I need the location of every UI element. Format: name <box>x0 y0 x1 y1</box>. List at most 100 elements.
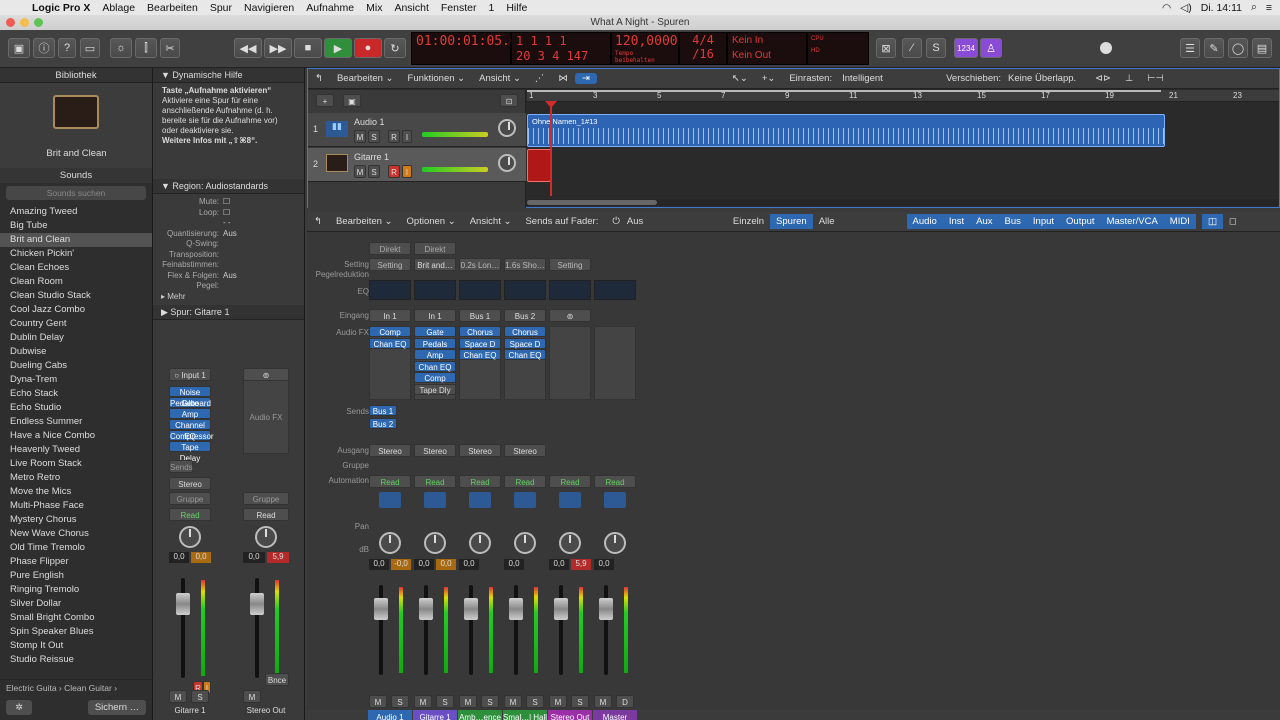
filter-output[interactable]: Output <box>1060 214 1101 229</box>
sound-item[interactable]: Echo Stack <box>0 387 152 401</box>
track-2-solo[interactable]: S <box>368 165 380 178</box>
count-in-button[interactable]: 1234 <box>954 38 978 58</box>
filter-aux[interactable]: Aux <box>970 214 999 229</box>
insp-fx-slot[interactable]: Compressor <box>169 430 214 441</box>
channel-output[interactable]: Stereo <box>504 444 546 457</box>
filter-input[interactable]: Input <box>1026 214 1061 229</box>
sound-item[interactable]: Multi-Phase Face <box>0 499 152 513</box>
lcd-time[interactable]: 01:00:01:05.09 <box>411 32 526 65</box>
channel-setting[interactable]: Setting <box>369 258 411 271</box>
track-1-pan-knob[interactable] <box>498 119 516 137</box>
lcd-signature[interactable]: 4/4 /16 <box>679 32 727 65</box>
sound-item[interactable]: Country Gent <box>0 317 152 331</box>
channel-mute-button[interactable]: M <box>459 695 477 708</box>
notification-icon[interactable]: ≡ <box>1266 2 1272 14</box>
minimize-window-icon[interactable] <box>20 18 29 27</box>
sound-item[interactable]: Old Time Tremolo <box>0 541 152 555</box>
sends-power-icon[interactable]: ⏻ <box>605 216 627 227</box>
help-icon[interactable]: ? <box>58 38 76 58</box>
channel-fx-slot[interactable]: Comp <box>369 326 411 337</box>
track-1-solo[interactable]: S <box>368 130 380 143</box>
channel-solo-button[interactable]: S <box>436 695 454 708</box>
channel-eq-display[interactable] <box>369 280 411 300</box>
menu-bearbeiten[interactable]: Bearbeiten <box>141 2 204 14</box>
sound-item[interactable]: Studio Reissue <box>0 653 152 667</box>
channel-automation[interactable]: Read <box>504 475 546 488</box>
track-1-name[interactable]: Audio 1 <box>354 117 385 127</box>
pointer-tool-icon[interactable]: ↖⌄ <box>725 73 755 84</box>
channel-mute-button[interactable]: M <box>504 695 522 708</box>
browser-icon[interactable]: ▤ <box>1252 38 1272 58</box>
channel-fx-slot[interactable]: Amp <box>414 349 456 360</box>
channel-solo-button[interactable]: S <box>571 695 589 708</box>
filter-master-vca[interactable]: Master/VCA <box>1100 214 1164 229</box>
insp-fx-slot[interactable]: Amp <box>169 408 211 419</box>
view-all[interactable]: Alle <box>813 214 841 229</box>
vertical-zoom-icon[interactable]: ⊥ <box>1118 73 1140 84</box>
channel-fx-slot[interactable]: Chan EQ <box>504 349 546 360</box>
channel-volume-value[interactable]: 0,0 <box>369 559 389 570</box>
channel-input[interactable]: Bus 1 <box>459 309 501 322</box>
channel-peak-value[interactable]: -0,0 <box>391 559 411 570</box>
channel-fader-cap[interactable] <box>374 598 388 620</box>
track-2-name[interactable]: Gitarre 1 <box>354 152 389 162</box>
zoom-window-icon[interactable] <box>34 18 43 27</box>
channel-fx-slot[interactable]: Comp <box>414 372 456 383</box>
library-icon[interactable]: ▣ <box>8 38 30 58</box>
insp-out-automation-slot[interactable]: Read <box>243 508 289 521</box>
sound-item[interactable]: Endless Summer <box>0 415 152 429</box>
forward-button[interactable]: ▶▶ <box>264 38 292 58</box>
channel-fader-cap[interactable] <box>554 598 568 620</box>
flex-value[interactable]: Aus <box>223 271 237 282</box>
sound-item[interactable]: Live Room Stack <box>0 457 152 471</box>
recording-region[interactable] <box>527 149 551 182</box>
lcd-inout[interactable]: Kein In Kein Out <box>727 32 807 65</box>
playhead-marker-icon[interactable] <box>545 101 557 108</box>
channel-output[interactable]: Stereo <box>459 444 501 457</box>
waveform-zoom-icon[interactable]: ⊲⊳ <box>1088 73 1118 84</box>
close-window-icon[interactable] <box>6 18 15 27</box>
sound-item[interactable]: Dubwise <box>0 345 152 359</box>
channel-direct[interactable]: Direkt <box>369 242 411 255</box>
sound-item[interactable]: Dublin Delay <box>0 331 152 345</box>
clock[interactable]: Di. 14:11 <box>1201 2 1242 14</box>
insp-fx-slot[interactable]: Tape Delay <box>169 441 211 463</box>
channel-pan-knob[interactable] <box>424 532 446 554</box>
wifi-icon[interactable]: ◠ <box>1162 2 1171 14</box>
help-header[interactable]: ▼ Dynamische Hilfe <box>153 68 304 83</box>
filter-bus[interactable]: Bus <box>998 214 1027 229</box>
tracks-menu-view[interactable]: Ansicht ⌄ <box>472 73 528 84</box>
channel-fx-slot[interactable]: Chan EQ <box>414 360 456 372</box>
channel-pan-knob[interactable] <box>469 532 491 554</box>
rewind-button[interactable]: ◀◀ <box>234 38 262 58</box>
sound-item[interactable]: Have a Nice Combo <box>0 429 152 443</box>
channel-setting[interactable]: Brit and… <box>414 258 456 271</box>
more-toggle[interactable]: ▸ Mehr <box>161 292 185 303</box>
path-subcategory[interactable]: › Clean Guitar › <box>59 683 117 693</box>
channel-solo-button[interactable]: S <box>481 695 499 708</box>
track-2-monitor[interactable]: I <box>402 165 412 178</box>
channel-pan-knob[interactable] <box>559 532 581 554</box>
insp-out-peak[interactable]: 5,9 <box>267 552 289 563</box>
insp-peak-value[interactable]: 0,0 <box>191 552 211 563</box>
sound-item[interactable]: Ringing Tremolo <box>0 583 152 597</box>
channel-input[interactable]: Bus 2 <box>504 309 546 322</box>
channel-setting[interactable]: 1.6s Sho… <box>504 258 546 271</box>
channel-output[interactable]: Stereo <box>414 444 456 457</box>
insp-sends-slot[interactable]: Sends <box>169 460 193 473</box>
channel-eq-display[interactable] <box>504 280 546 300</box>
channel-fader-cap[interactable] <box>419 598 433 620</box>
view-tracks[interactable]: Spuren <box>770 214 813 229</box>
list-editors-icon[interactable]: ☰ <box>1180 38 1200 58</box>
channel-pan-knob[interactable] <box>604 532 626 554</box>
mixer-menu-options[interactable]: Optionen ⌄ <box>400 216 463 227</box>
menu-ablage[interactable]: Ablage <box>96 2 141 14</box>
insp-group-slot[interactable]: Gruppe <box>169 492 211 505</box>
channel-mute-button[interactable]: M <box>369 695 387 708</box>
track-2-volume-slider[interactable] <box>422 167 488 172</box>
channel-fx-slot[interactable]: Space D <box>459 337 501 349</box>
menu-app[interactable]: Logic Pro X <box>26 2 96 14</box>
channel-send-slot[interactable]: Bus 1 <box>369 405 397 416</box>
track-1-mute[interactable]: M <box>354 130 366 143</box>
menu-ansicht[interactable]: Ansicht <box>388 2 434 14</box>
